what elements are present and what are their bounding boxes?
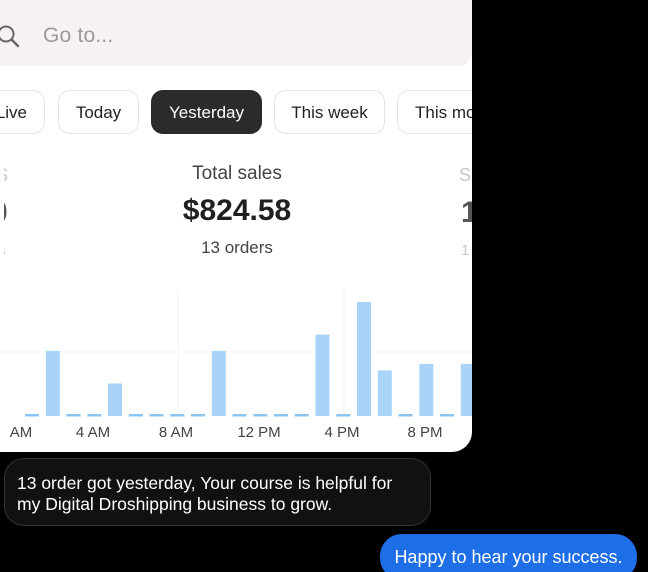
chart-bar-zero bbox=[87, 414, 102, 417]
total-sales-value: $824.58 bbox=[182, 194, 292, 227]
shared-screenshot[interactable]: Go to... Live Today Yesterday This week … bbox=[0, 0, 472, 452]
chart-bar-zero bbox=[336, 414, 351, 417]
x-tick-label: 12 PM bbox=[237, 424, 280, 440]
chart-bar bbox=[211, 350, 226, 416]
chart-bar-zero bbox=[398, 414, 413, 417]
x-tick-label: 4 AM bbox=[76, 424, 110, 440]
chart-bar bbox=[108, 383, 122, 416]
date-range-tabs: Live Today Yesterday This week This mont… bbox=[0, 90, 472, 136]
chart-x-axis: AM 4 AM 8 AM 12 PM 4 PM 8 PM bbox=[10, 424, 443, 441]
chart-bar-zero bbox=[253, 414, 268, 417]
chart-bar-zero bbox=[440, 414, 454, 417]
chart-bar bbox=[315, 334, 330, 416]
incoming-message-bubble[interactable]: 13 order got yesterday, Your course is h… bbox=[4, 458, 431, 526]
chat-screen: Go to... Live Today Yesterday This week … bbox=[0, 0, 648, 572]
x-tick-label: 8 AM bbox=[159, 424, 193, 440]
chart-bar-zero bbox=[191, 414, 205, 417]
chart-bars bbox=[25, 302, 472, 417]
chart-bar-zero bbox=[294, 414, 309, 417]
chart-bar-zero bbox=[232, 414, 247, 417]
outgoing-message-text: Happy to hear your success. bbox=[394, 547, 623, 567]
chart-bar bbox=[377, 370, 392, 416]
chart-bar bbox=[460, 363, 472, 416]
sales-bar-chart[interactable]: AM 4 AM 8 AM 12 PM 4 PM 8 PM bbox=[0, 290, 472, 441]
chart-bar-zero bbox=[66, 414, 81, 417]
chart-bar-zero bbox=[25, 414, 39, 417]
tab-this-week[interactable]: This week bbox=[274, 90, 385, 134]
chart-bar-zero bbox=[170, 414, 185, 417]
total-sales-label: Total sales bbox=[192, 163, 282, 184]
tab-yesterday[interactable]: Yesterday bbox=[151, 90, 262, 134]
search-placeholder: Go to... bbox=[43, 24, 114, 47]
chart-bar bbox=[357, 302, 371, 416]
incoming-message-text: 13 order got yesterday, Your course is h… bbox=[17, 473, 393, 514]
x-tick-label: 8 PM bbox=[407, 424, 442, 440]
x-tick-label: 4 PM bbox=[324, 424, 359, 440]
search-bar[interactable]: Go to... bbox=[0, 0, 472, 66]
chart-bar bbox=[419, 363, 434, 416]
total-sales-card[interactable]: Total sales $824.58 13 orders S 0 s S 1 … bbox=[0, 160, 472, 270]
chart-bar-zero bbox=[274, 414, 288, 417]
tab-today[interactable]: Today bbox=[58, 90, 139, 134]
outgoing-message-bubble[interactable]: Happy to hear your success. bbox=[380, 534, 637, 572]
orders-count: 13 orders bbox=[201, 238, 273, 257]
chart-canvas: AM 4 AM 8 AM 12 PM 4 PM 8 PM bbox=[0, 290, 472, 441]
chart-bar bbox=[45, 350, 60, 416]
chart-bar-zero bbox=[128, 414, 143, 417]
search-icon bbox=[0, 25, 20, 48]
tab-live[interactable]: Live bbox=[0, 90, 45, 134]
chart-bar-zero bbox=[149, 414, 164, 417]
tab-this-month[interactable]: This month bbox=[397, 90, 472, 134]
x-tick-label: AM bbox=[10, 424, 33, 440]
